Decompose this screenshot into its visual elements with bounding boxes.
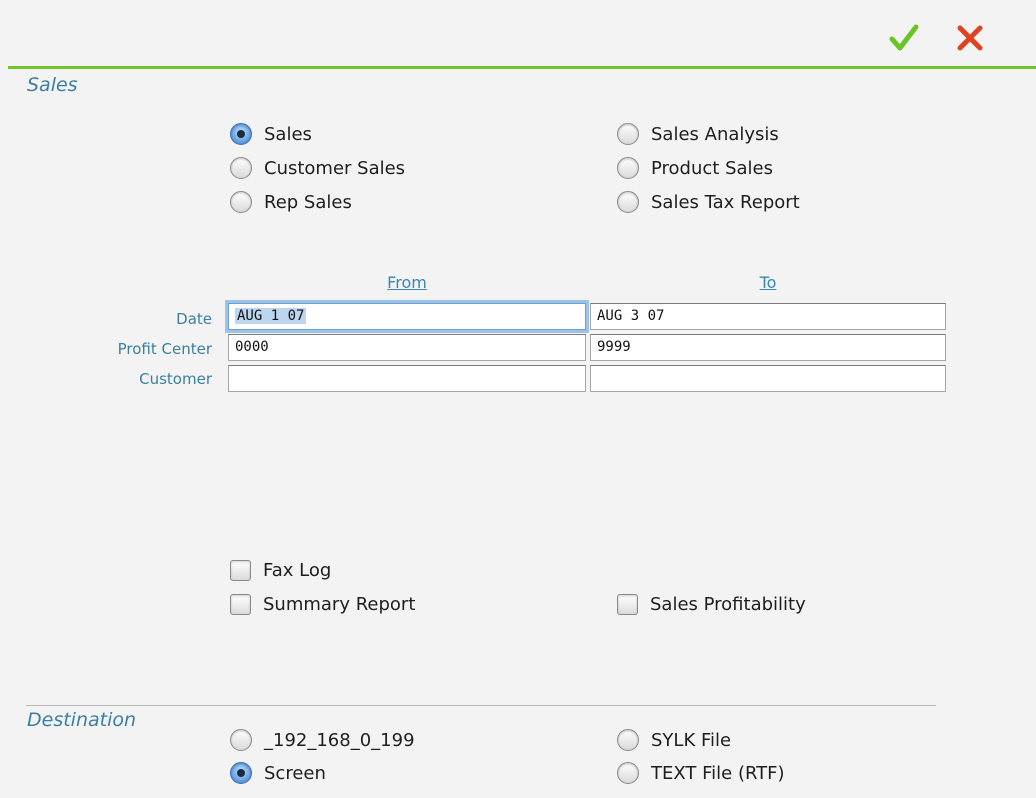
- radio-button[interactable]: [617, 729, 639, 751]
- radio-product-sales[interactable]: Product Sales: [617, 157, 773, 179]
- radio-button[interactable]: [230, 191, 252, 213]
- radio-button[interactable]: [230, 729, 252, 751]
- date-from-value: AUG 1 07: [235, 308, 307, 324]
- radio-label: Product Sales: [651, 157, 773, 179]
- radio-rep-sales[interactable]: Rep Sales: [230, 191, 352, 213]
- checkbox-box[interactable]: [230, 594, 251, 615]
- close-icon: [957, 25, 983, 51]
- from-column-header: From: [387, 273, 427, 292]
- radio-label: Customer Sales: [264, 157, 406, 179]
- checkbox-box[interactable]: [617, 594, 638, 615]
- customer-to-field[interactable]: [590, 365, 946, 392]
- radio-button[interactable]: [617, 157, 639, 179]
- radio-label: _192_168_0_199: [264, 729, 415, 751]
- summary-report-checkbox[interactable]: Summary Report: [230, 594, 415, 615]
- radio-sales-analysis[interactable]: Sales Analysis: [617, 123, 779, 145]
- radio-button[interactable]: [617, 123, 639, 145]
- profit-center-from-field[interactable]: 0000: [228, 334, 586, 361]
- profit-center-to-field[interactable]: 9999: [590, 334, 946, 361]
- radio-sales[interactable]: Sales: [230, 123, 312, 145]
- cancel-button[interactable]: [950, 18, 990, 58]
- radio-customer-sales[interactable]: Customer Sales: [230, 157, 405, 179]
- radio-button[interactable]: [617, 191, 639, 213]
- to-column-header: To: [759, 273, 777, 292]
- checkbox-label: Sales Profitability: [650, 594, 806, 615]
- date-from-field[interactable]: AUG 1 07: [228, 303, 586, 330]
- radio-label: Sales Analysis: [651, 123, 779, 145]
- checkbox-label: Summary Report: [263, 594, 416, 615]
- radio-label: Screen: [264, 762, 326, 784]
- radio-button[interactable]: [230, 762, 252, 784]
- checkbox-box[interactable]: [230, 560, 251, 581]
- destination-divider: [26, 705, 936, 706]
- radio-text-file-rtf[interactable]: TEXT File (RTF): [617, 762, 785, 784]
- radio-label: Sales: [264, 123, 312, 145]
- radio-sylk-file[interactable]: SYLK File: [617, 729, 731, 751]
- radio-button[interactable]: [230, 157, 252, 179]
- header-divider: [8, 66, 1036, 69]
- radio-label: SYLK File: [651, 729, 732, 751]
- customer-label: Customer: [139, 370, 212, 388]
- radio-button[interactable]: [230, 123, 252, 145]
- radio-printer-192-168-0-199[interactable]: _192_168_0_199: [230, 729, 415, 751]
- radio-label: Rep Sales: [264, 191, 352, 213]
- destination-section-title: Destination: [27, 709, 137, 731]
- checkmark-icon: [889, 24, 919, 51]
- radio-label: Sales Tax Report: [651, 191, 800, 213]
- radio-button[interactable]: [617, 762, 639, 784]
- radio-screen[interactable]: Screen: [230, 762, 326, 784]
- profit-center-label: Profit Center: [117, 340, 212, 358]
- fax-log-checkbox[interactable]: Fax Log: [230, 560, 331, 581]
- date-label: Date: [176, 310, 212, 328]
- sales-profitability-checkbox[interactable]: Sales Profitability: [617, 594, 806, 615]
- radio-label: TEXT File (RTF): [651, 762, 785, 784]
- ok-button[interactable]: [884, 18, 924, 58]
- checkbox-label: Fax Log: [263, 560, 332, 581]
- date-to-field[interactable]: AUG 3 07: [590, 303, 946, 330]
- customer-from-field[interactable]: [228, 365, 586, 392]
- radio-sales-tax-report[interactable]: Sales Tax Report: [617, 191, 800, 213]
- sales-section-title: Sales: [27, 74, 78, 96]
